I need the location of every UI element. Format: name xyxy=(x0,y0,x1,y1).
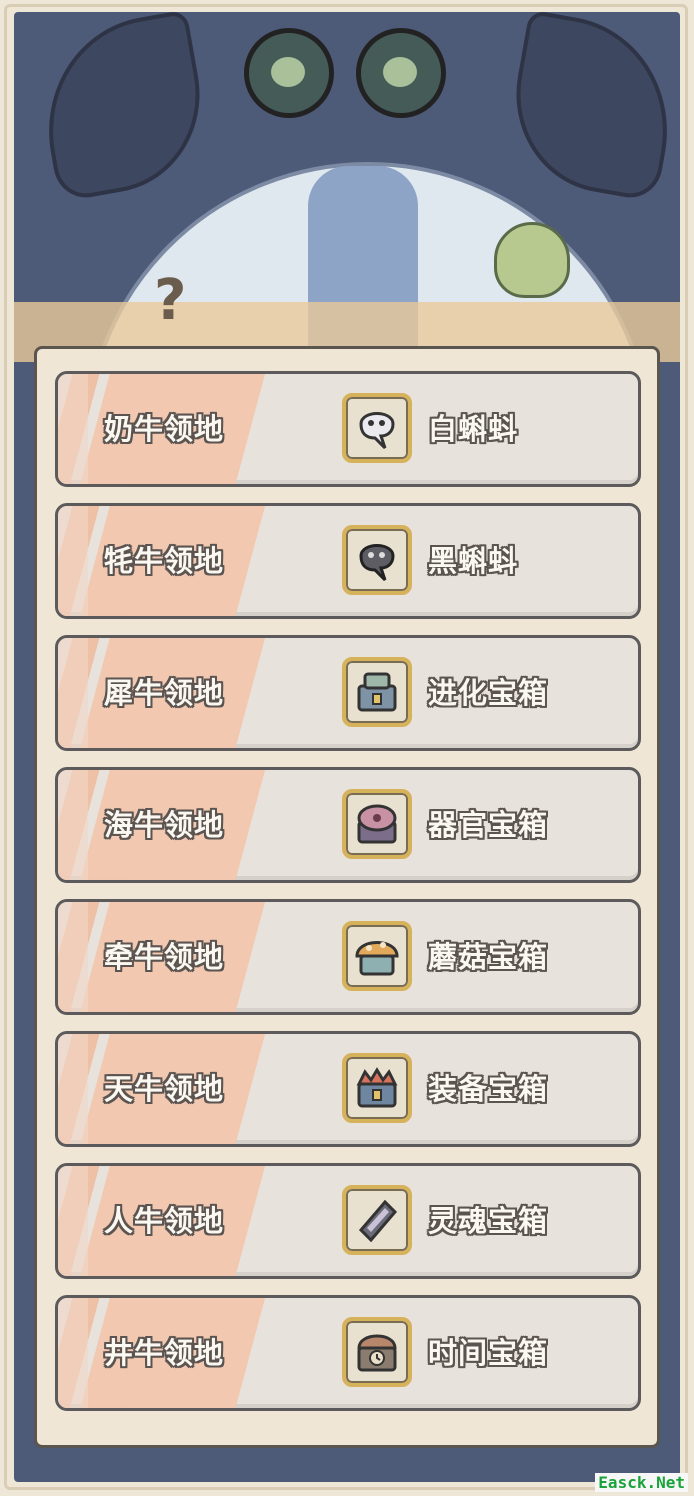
territory-name: 牵牛领地 xyxy=(104,940,225,974)
equipment-chest-icon xyxy=(342,1053,412,1123)
territory-row[interactable]: 井牛领地 时间宝箱 xyxy=(55,1295,641,1411)
territory-name: 井牛领地 xyxy=(104,1336,225,1370)
reward-name: 进化宝箱 xyxy=(428,676,549,710)
monster-horn-right xyxy=(500,12,680,203)
crystal-icon xyxy=(494,222,570,298)
territory-row[interactable]: 牵牛领地 蘑菇宝箱 xyxy=(55,899,641,1015)
monster-eye-right xyxy=(356,28,446,118)
territory-name: 犀牛领地 xyxy=(104,676,225,710)
organ-chest-icon xyxy=(342,789,412,859)
territory-list-panel: 奶牛领地 白蝌蚪 牦牛领地 黑蝌蚪 犀牛领地 进化宝箱 海牛领地 器官宝箱 牵牛… xyxy=(34,346,660,1448)
territory-name: 奶牛领地 xyxy=(104,412,225,446)
white-tadpole-icon xyxy=(342,393,412,463)
game-screen: ? 奶牛领地 白蝌蚪 牦牛领地 黑蝌蚪 犀牛领地 进化宝箱 海牛领地 器官宝箱 … xyxy=(0,0,694,1496)
reward-name: 灵魂宝箱 xyxy=(428,1204,549,1238)
territory-row[interactable]: 海牛领地 器官宝箱 xyxy=(55,767,641,883)
reward-name: 装备宝箱 xyxy=(428,1072,549,1106)
territory-row[interactable]: 犀牛领地 进化宝箱 xyxy=(55,635,641,751)
reward-name: 时间宝箱 xyxy=(428,1336,549,1370)
territory-name: 人牛领地 xyxy=(104,1204,225,1238)
territory-name: 天牛领地 xyxy=(104,1072,225,1106)
time-chest-icon xyxy=(342,1317,412,1387)
territory-row[interactable]: 人牛领地 灵魂宝箱 xyxy=(55,1163,641,1279)
territory-row[interactable]: 天牛领地 装备宝箱 xyxy=(55,1031,641,1147)
monster-horn-left xyxy=(30,12,216,203)
reward-name: 黑蝌蚪 xyxy=(428,544,519,578)
territory-name: 海牛领地 xyxy=(104,808,225,842)
territory-name: 牦牛领地 xyxy=(104,544,225,578)
mushroom-chest-icon xyxy=(342,921,412,991)
question-mark-icon: ? xyxy=(154,268,187,333)
territory-row[interactable]: 奶牛领地 白蝌蚪 xyxy=(55,371,641,487)
watermark: Easck.Net xyxy=(595,1473,688,1492)
monster-eye-left xyxy=(244,28,334,118)
reward-name: 白蝌蚪 xyxy=(428,412,519,446)
territory-row[interactable]: 牦牛领地 黑蝌蚪 xyxy=(55,503,641,619)
soul-chest-icon xyxy=(342,1185,412,1255)
evolution-chest-icon xyxy=(342,657,412,727)
black-tadpole-icon xyxy=(342,525,412,595)
reward-name: 蘑菇宝箱 xyxy=(428,940,549,974)
reward-name: 器官宝箱 xyxy=(428,808,549,842)
